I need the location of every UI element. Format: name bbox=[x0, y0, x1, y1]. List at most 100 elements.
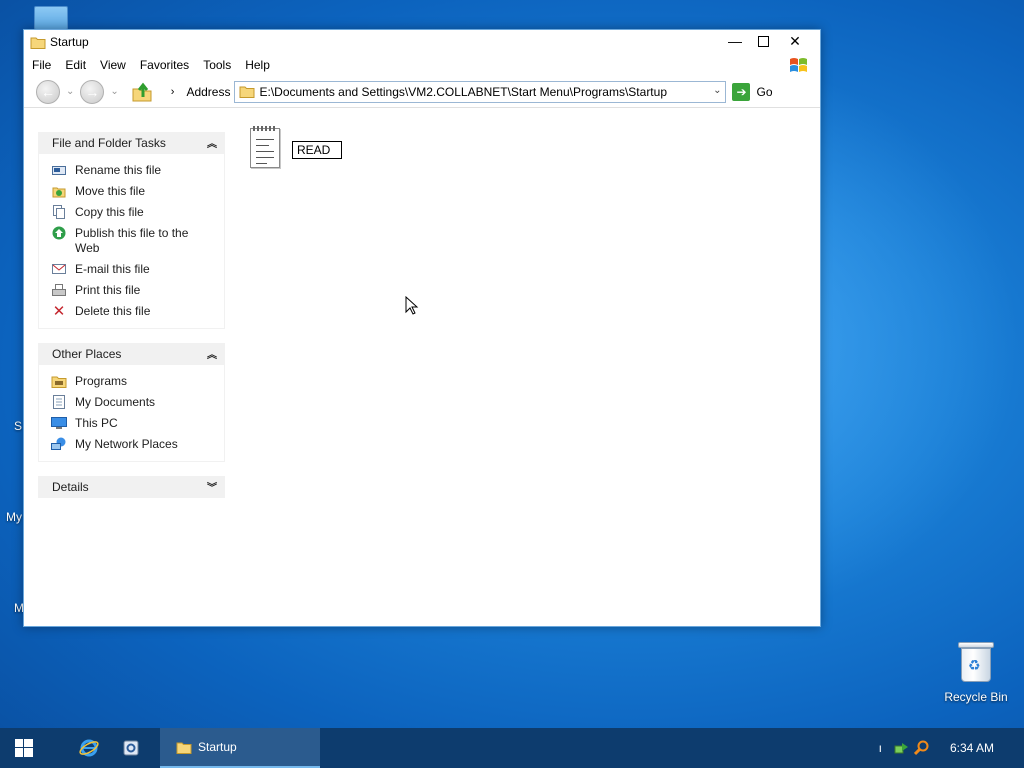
task-copy-file[interactable]: Copy this file bbox=[51, 202, 224, 223]
tray-network-icon[interactable] bbox=[894, 740, 910, 756]
mouse-cursor-icon bbox=[405, 296, 419, 315]
other-places-panel: Other Places ︽ Programs My Documents Thi… bbox=[38, 343, 225, 462]
search-icon[interactable] bbox=[913, 740, 930, 756]
folder-icon bbox=[51, 374, 67, 388]
task-label: Copy this file bbox=[75, 205, 144, 219]
expand-chevron-icon[interactable]: ︾ bbox=[207, 479, 217, 494]
menu-bar: File Edit View Favorites Tools Help bbox=[24, 54, 820, 76]
publish-web-icon bbox=[51, 226, 67, 240]
forward-button[interactable]: → bbox=[80, 79, 105, 104]
content-area: File and Folder Tasks ︽ Rename this file bbox=[24, 118, 820, 626]
recycle-bin-label: Recycle Bin bbox=[944, 690, 1008, 704]
back-dropdown-icon[interactable]: ⌄ bbox=[66, 86, 74, 97]
move-icon bbox=[51, 184, 67, 198]
task-print-file[interactable]: Print this file bbox=[51, 280, 224, 301]
file-folder-tasks-panel: File and Folder Tasks ︽ Rename this file bbox=[38, 132, 225, 329]
place-label: My Documents bbox=[75, 395, 156, 409]
place-network[interactable]: My Network Places bbox=[51, 434, 224, 455]
taskbar-window-label: Startup bbox=[198, 740, 237, 754]
explorer-window: Startup — ✕ File Edit View Favorites Too… bbox=[23, 29, 821, 627]
task-email-file[interactable]: E-mail this file bbox=[51, 259, 224, 280]
menu-tools[interactable]: Tools bbox=[203, 58, 231, 72]
minimize-button[interactable]: — bbox=[718, 30, 752, 52]
up-folder-icon[interactable] bbox=[131, 81, 153, 103]
rename-icon bbox=[51, 163, 67, 177]
address-dropdown-icon[interactable]: ⌄ bbox=[713, 85, 721, 96]
menu-file[interactable]: File bbox=[32, 58, 51, 72]
task-rename-file[interactable]: Rename this file bbox=[51, 160, 224, 181]
folder-icon bbox=[239, 86, 255, 98]
taskbar: Startup ı 6:34 AM bbox=[0, 728, 1024, 768]
windows-flag-icon bbox=[790, 58, 807, 72]
taskbar-window-startup[interactable]: Startup bbox=[160, 728, 320, 768]
place-my-documents[interactable]: My Documents bbox=[51, 392, 224, 413]
place-this-pc[interactable]: This PC bbox=[51, 413, 224, 434]
maximize-button[interactable] bbox=[748, 30, 778, 52]
panel-title: Details bbox=[52, 480, 89, 494]
start-button[interactable] bbox=[0, 728, 48, 768]
menu-help[interactable]: Help bbox=[245, 58, 270, 72]
task-move-file[interactable]: Move this file bbox=[51, 181, 224, 202]
folder-icon bbox=[30, 37, 46, 49]
copy-icon bbox=[51, 205, 67, 219]
place-label: This PC bbox=[75, 416, 118, 430]
close-button[interactable]: ✕ bbox=[778, 30, 812, 52]
panel-title: Other Places bbox=[52, 347, 122, 361]
desktop-edge-label[interactable]: S bbox=[14, 419, 22, 433]
go-label: Go bbox=[756, 84, 773, 99]
task-label: Print this file bbox=[75, 283, 141, 297]
menu-view[interactable]: View bbox=[100, 58, 126, 72]
taskbar-internet-explorer[interactable] bbox=[68, 728, 110, 768]
rename-field[interactable]: READ bbox=[292, 141, 342, 159]
back-arrow-icon: ← bbox=[41, 83, 55, 100]
forward-arrow-icon: → bbox=[85, 83, 100, 100]
task-publish-web[interactable]: Publish this file to the Web bbox=[51, 223, 224, 259]
system-tray: ı 6:34 AM bbox=[879, 728, 1024, 768]
title-bar[interactable]: Startup — ✕ bbox=[24, 30, 820, 54]
windows-start-icon bbox=[15, 739, 33, 757]
task-label: Rename this file bbox=[75, 163, 162, 177]
desktop-folder-icon[interactable] bbox=[34, 6, 68, 30]
recycle-bin[interactable]: ♻ Recycle Bin bbox=[940, 640, 1012, 704]
address-field[interactable]: E:\Documents and Settings\VM2.COLLABNET\… bbox=[234, 80, 727, 103]
task-label: Move this file bbox=[75, 184, 146, 198]
delete-icon: ✕ bbox=[52, 303, 66, 320]
address-label: Address bbox=[186, 84, 231, 99]
file-item[interactable]: READ bbox=[250, 126, 342, 168]
desktop-edge-label[interactable]: My bbox=[6, 510, 22, 524]
go-arrow-icon: ➔ bbox=[732, 82, 751, 101]
menu-edit[interactable]: Edit bbox=[65, 58, 86, 72]
task-pane: File and Folder Tasks ︽ Rename this file bbox=[38, 132, 225, 512]
tray-marker[interactable]: ı bbox=[879, 741, 882, 755]
collapse-chevron-icon[interactable]: ︽ bbox=[207, 346, 217, 361]
task-delete-file[interactable]: ✕ Delete this file bbox=[51, 301, 224, 322]
taskbar-clock[interactable]: 6:34 AM bbox=[950, 741, 994, 755]
menu-favorites[interactable]: Favorites bbox=[140, 58, 189, 72]
notepad-file-icon bbox=[250, 126, 280, 168]
recycle-bin-icon: ♻ bbox=[958, 640, 994, 684]
taskbar-app[interactable] bbox=[110, 728, 152, 768]
back-button[interactable]: ← bbox=[36, 79, 60, 104]
maximize-icon bbox=[757, 35, 769, 47]
print-icon bbox=[51, 283, 67, 297]
place-label: My Network Places bbox=[75, 437, 178, 451]
documents-icon bbox=[51, 395, 67, 409]
internet-explorer-icon bbox=[79, 739, 99, 757]
collapse-chevron-icon[interactable]: ︽ bbox=[207, 135, 217, 150]
panel-title: File and Folder Tasks bbox=[52, 136, 166, 150]
address-value: E:\Documents and Settings\VM2.COLLABNET\… bbox=[259, 84, 667, 99]
go-button[interactable]: ➔ Go bbox=[732, 82, 773, 101]
toolbar-chevron-icon[interactable]: › bbox=[171, 86, 175, 98]
task-label: Delete this file bbox=[75, 304, 151, 318]
panel-header[interactable]: Details ︾ bbox=[38, 476, 225, 498]
task-label: Publish this file to the Web bbox=[75, 226, 189, 255]
window-title: Startup bbox=[50, 35, 89, 49]
details-panel: Details ︾ bbox=[38, 476, 225, 498]
email-icon bbox=[51, 262, 67, 276]
panel-header[interactable]: File and Folder Tasks ︽ bbox=[38, 132, 225, 154]
place-label: Programs bbox=[75, 374, 128, 388]
folder-icon bbox=[176, 742, 192, 754]
panel-header[interactable]: Other Places ︽ bbox=[38, 343, 225, 365]
place-programs[interactable]: Programs bbox=[51, 371, 224, 392]
forward-dropdown-icon[interactable]: ⌄ bbox=[110, 86, 118, 97]
